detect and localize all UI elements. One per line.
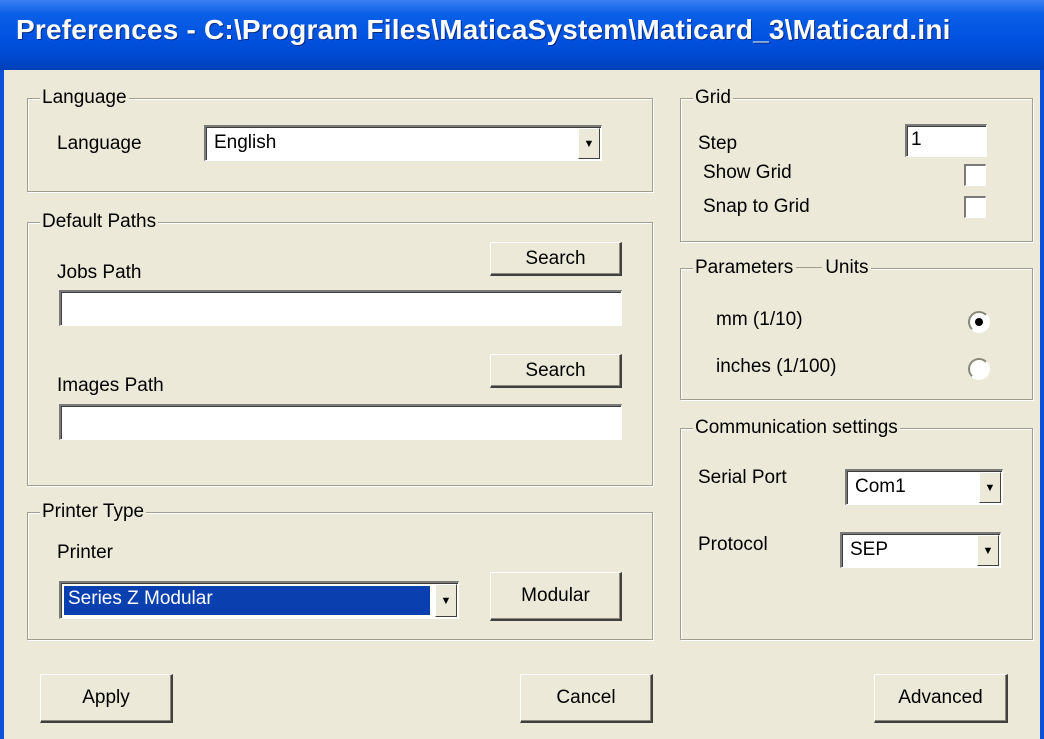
language-group: Language Language English ▼ <box>27 86 653 192</box>
images-path-label: Images Path <box>57 375 164 396</box>
serial-port-label: Serial Port <box>698 467 787 488</box>
units-option-inches-radio[interactable] <box>968 358 990 380</box>
step-label: Step <box>698 133 738 154</box>
advanced-button[interactable]: Advanced <box>874 674 1008 723</box>
printer-label: Printer <box>57 542 113 563</box>
window-title: Preferences - C:\Program Files\MaticaSys… <box>16 14 951 45</box>
images-search-button[interactable]: Search <box>490 354 622 388</box>
printer-combobox[interactable]: Series Z Modular ▼ <box>59 581 459 619</box>
serial-port-combobox[interactable]: Com1 ▼ <box>845 469 1003 505</box>
show-grid-checkbox[interactable] <box>964 164 986 186</box>
language-combobox[interactable]: English ▼ <box>204 125 602 161</box>
legend-separator <box>796 267 823 269</box>
units-option-mm-label: mm (1/10) <box>716 309 803 330</box>
chevron-down-icon[interactable]: ▼ <box>977 535 999 566</box>
jobs-path-label: Jobs Path <box>57 262 142 283</box>
units-group-label: Parameters Units <box>693 256 871 280</box>
communication-group: Communication settings Serial Port Com1 … <box>680 416 1033 640</box>
language-group-label: Language <box>40 86 129 110</box>
snap-to-grid-label: Snap to Grid <box>703 196 810 217</box>
language-value: English <box>214 132 277 153</box>
serial-port-value: Com1 <box>855 476 906 497</box>
jobs-search-button[interactable]: Search <box>490 242 622 276</box>
radio-dot-icon <box>975 318 983 326</box>
dialog-client: Language Language English ▼ Default Path… <box>4 70 1040 739</box>
language-label: Language <box>57 133 142 154</box>
step-value: 1 <box>911 129 922 150</box>
chevron-down-icon[interactable]: ▼ <box>979 472 1001 503</box>
cancel-button[interactable]: Cancel <box>520 674 653 723</box>
units-label: Units <box>825 257 869 278</box>
step-input[interactable]: 1 <box>905 124 987 157</box>
snap-to-grid-checkbox[interactable] <box>964 196 986 218</box>
title-bar[interactable]: Preferences - C:\Program Files\MaticaSys… <box>0 0 1044 70</box>
grid-group: Grid Step 1 Show Grid Snap to Grid <box>680 86 1033 242</box>
units-option-inches-label: inches (1/100) <box>716 356 837 377</box>
protocol-label: Protocol <box>698 534 768 555</box>
printer-value: Series Z Modular <box>63 585 431 616</box>
communication-group-label: Communication settings <box>693 416 900 440</box>
units-option-mm-radio[interactable] <box>968 311 990 333</box>
chevron-down-icon[interactable]: ▼ <box>578 128 600 159</box>
window-frame-right <box>1040 70 1044 739</box>
show-grid-label: Show Grid <box>703 162 792 183</box>
printer-type-group-label: Printer Type <box>40 500 147 524</box>
jobs-path-input[interactable] <box>59 290 622 326</box>
grid-group-label: Grid <box>693 86 733 110</box>
modular-button[interactable]: Modular <box>490 572 622 621</box>
protocol-value: SEP <box>850 539 889 560</box>
chevron-down-icon[interactable]: ▼ <box>435 584 457 617</box>
default-paths-group-label: Default Paths <box>40 210 159 234</box>
protocol-combobox[interactable]: SEP ▼ <box>840 532 1001 568</box>
default-paths-group: Default Paths Search Jobs Path Search Im… <box>27 210 653 486</box>
apply-button[interactable]: Apply <box>40 674 173 723</box>
printer-type-group: Printer Type Printer Series Z Modular ▼ … <box>27 500 653 640</box>
images-path-input[interactable] <box>59 404 622 440</box>
parameters-label: Parameters <box>695 257 794 278</box>
units-group: Parameters Units mm (1/10) inches (1/100) <box>680 256 1033 400</box>
